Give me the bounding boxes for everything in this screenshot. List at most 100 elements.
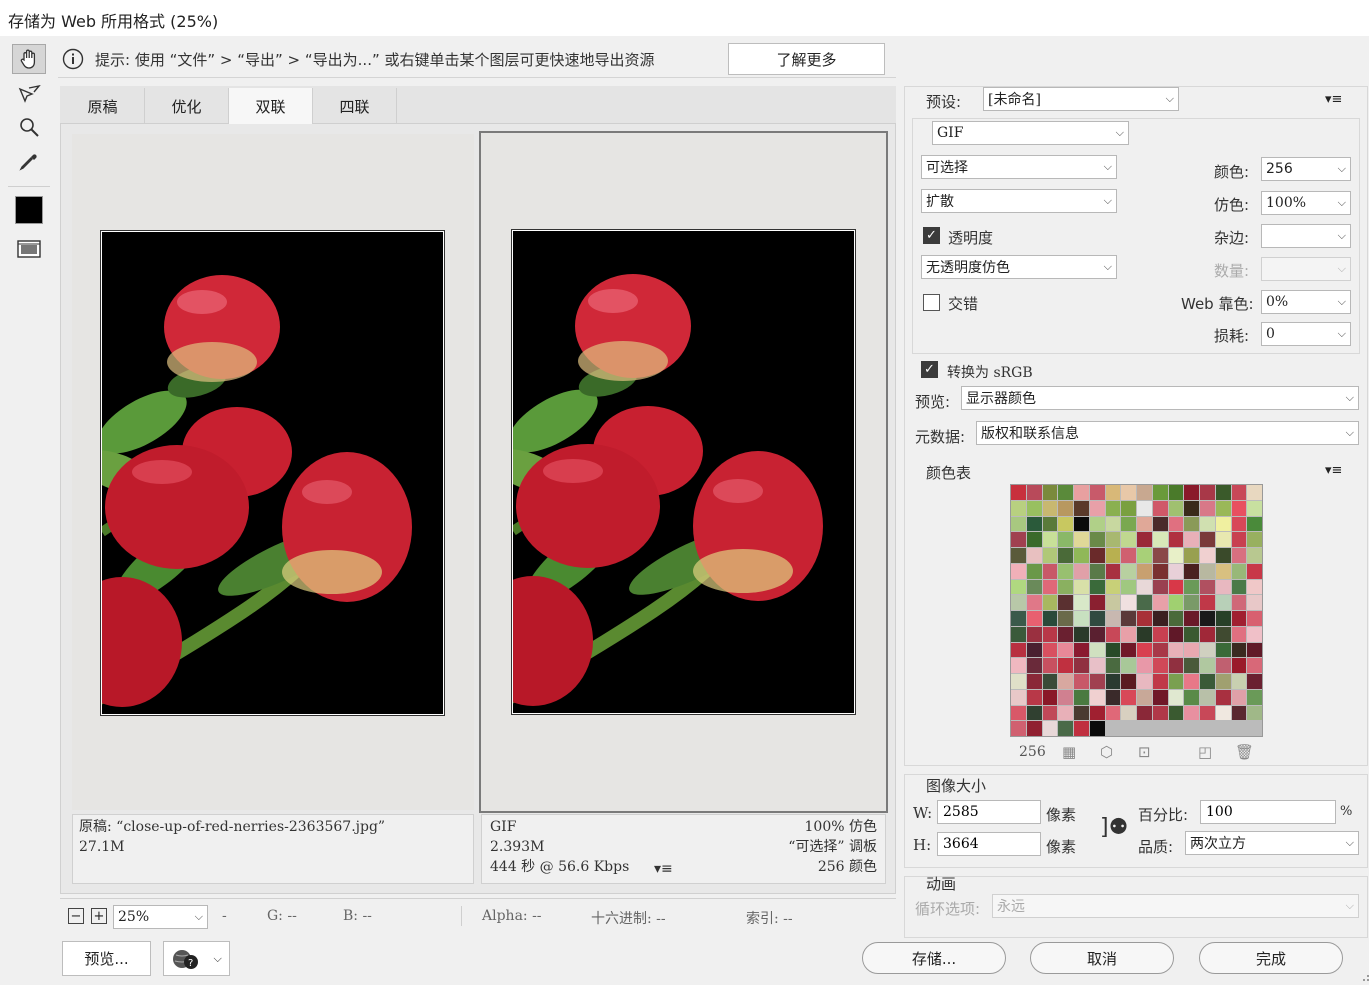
color-swatch[interactable] <box>1042 516 1058 532</box>
color-swatch[interactable] <box>1074 579 1089 595</box>
color-swatch[interactable] <box>1089 548 1105 563</box>
color-swatch[interactable] <box>1247 595 1262 610</box>
web-snap-select[interactable]: 0% ⌵ <box>1261 290 1351 314</box>
color-swatch[interactable] <box>1121 658 1136 673</box>
color-swatch[interactable] <box>1058 500 1073 516</box>
color-swatch[interactable] <box>1200 500 1215 516</box>
color-swatch[interactable] <box>1074 548 1089 563</box>
color-swatch[interactable] <box>1011 689 1026 705</box>
color-swatch[interactable] <box>1105 674 1121 689</box>
color-swatch[interactable] <box>1215 642 1231 658</box>
color-swatch[interactable] <box>1105 689 1121 705</box>
width-input[interactable] <box>937 800 1041 824</box>
color-swatch[interactable] <box>1058 674 1073 689</box>
eyedropper-color-swatch[interactable] <box>15 196 43 224</box>
color-swatch[interactable] <box>1121 611 1136 626</box>
color-swatch[interactable] <box>1247 563 1262 579</box>
color-swatch[interactable] <box>1074 485 1089 500</box>
eyedropper-tool-icon[interactable] <box>12 146 46 176</box>
color-swatch[interactable] <box>1026 532 1042 547</box>
color-swatch[interactable] <box>1200 611 1215 626</box>
color-swatch[interactable] <box>1168 674 1184 689</box>
color-swatch[interactable] <box>1231 658 1247 673</box>
color-swatch[interactable] <box>1074 516 1089 532</box>
color-swatch[interactable] <box>1168 485 1184 500</box>
color-swatch[interactable] <box>1074 532 1089 547</box>
optimized-preview-pane[interactable] <box>479 131 888 813</box>
color-swatch[interactable] <box>1058 658 1073 673</box>
color-swatch[interactable] <box>1184 626 1199 642</box>
color-swatch[interactable] <box>1247 689 1262 705</box>
color-swatch[interactable] <box>1215 485 1231 500</box>
color-swatch[interactable] <box>1152 516 1168 532</box>
color-swatch[interactable] <box>1042 579 1058 595</box>
color-swatch[interactable] <box>1137 579 1152 595</box>
color-swatch[interactable] <box>1215 548 1231 563</box>
color-swatch[interactable] <box>1168 563 1184 579</box>
metadata-select[interactable]: 版权和联系信息 ⌵ <box>976 421 1359 445</box>
color-swatch[interactable] <box>1200 563 1215 579</box>
color-swatch[interactable] <box>1152 563 1168 579</box>
color-swatch[interactable] <box>1074 595 1089 610</box>
color-swatch[interactable] <box>1168 642 1184 658</box>
color-swatch[interactable] <box>1089 658 1105 673</box>
zoom-in-button[interactable]: + <box>91 908 107 924</box>
color-swatch[interactable] <box>1184 500 1199 516</box>
color-swatch[interactable] <box>1026 485 1042 500</box>
color-swatch[interactable] <box>1026 689 1042 705</box>
color-swatch[interactable] <box>1058 721 1073 736</box>
preview-in-browser-button[interactable]: 预览... <box>62 941 151 976</box>
color-swatch[interactable] <box>1200 548 1215 563</box>
color-swatch[interactable] <box>1168 705 1184 721</box>
color-swatch[interactable] <box>1231 626 1247 642</box>
color-swatch[interactable] <box>1089 516 1105 532</box>
color-swatch[interactable] <box>1200 595 1215 610</box>
color-swatch[interactable] <box>1058 595 1073 610</box>
color-swatch[interactable] <box>1152 611 1168 626</box>
convert-srgb-checkbox[interactable]: ✓ <box>921 361 938 378</box>
color-swatch[interactable] <box>1042 689 1058 705</box>
color-swatch[interactable] <box>1137 626 1152 642</box>
color-swatch[interactable] <box>1105 548 1121 563</box>
color-swatch[interactable] <box>1184 611 1199 626</box>
color-swatch[interactable] <box>1058 532 1073 547</box>
color-swatch[interactable] <box>1215 705 1231 721</box>
color-swatch[interactable] <box>1231 611 1247 626</box>
color-swatch[interactable] <box>1137 500 1152 516</box>
color-swatch[interactable] <box>1089 626 1105 642</box>
color-swatch[interactable] <box>1215 579 1231 595</box>
color-swatch[interactable] <box>1089 674 1105 689</box>
color-swatch[interactable] <box>1105 563 1121 579</box>
color-swatch[interactable] <box>1026 705 1042 721</box>
color-swatch[interactable] <box>1105 658 1121 673</box>
color-swatch[interactable] <box>1074 705 1089 721</box>
learn-more-button[interactable]: 了解更多 <box>728 43 885 75</box>
color-swatch[interactable] <box>1026 500 1042 516</box>
color-swatch[interactable] <box>1184 674 1199 689</box>
color-swatch[interactable] <box>1042 548 1058 563</box>
color-swatch[interactable] <box>1247 705 1262 721</box>
color-swatch[interactable] <box>1089 705 1105 721</box>
color-swatch[interactable] <box>1247 500 1262 516</box>
color-swatch[interactable] <box>1152 532 1168 547</box>
tab-4-up[interactable]: 四联 <box>313 88 397 124</box>
color-swatch[interactable] <box>1121 563 1136 579</box>
color-swatch[interactable] <box>1152 485 1168 500</box>
color-swatch[interactable] <box>1184 516 1199 532</box>
color-swatch[interactable] <box>1184 563 1199 579</box>
color-swatch[interactable] <box>1042 642 1058 658</box>
map-to-web-palette-icon[interactable]: ▦ <box>1062 743 1076 761</box>
color-swatch[interactable] <box>1026 611 1042 626</box>
color-swatch[interactable] <box>1074 500 1089 516</box>
color-swatch[interactable] <box>1215 516 1231 532</box>
color-swatch[interactable] <box>1152 705 1168 721</box>
color-swatch[interactable] <box>1011 563 1026 579</box>
done-button[interactable]: 完成 <box>1199 942 1343 974</box>
color-swatch[interactable] <box>1231 674 1247 689</box>
color-swatch[interactable] <box>1215 689 1231 705</box>
preview-mode-select[interactable]: 显示器颜色 ⌵ <box>961 386 1359 410</box>
color-swatch[interactable] <box>1058 563 1073 579</box>
color-swatch[interactable] <box>1152 674 1168 689</box>
color-swatch[interactable] <box>1200 642 1215 658</box>
colors-select[interactable]: 256 ⌵ <box>1261 157 1351 181</box>
